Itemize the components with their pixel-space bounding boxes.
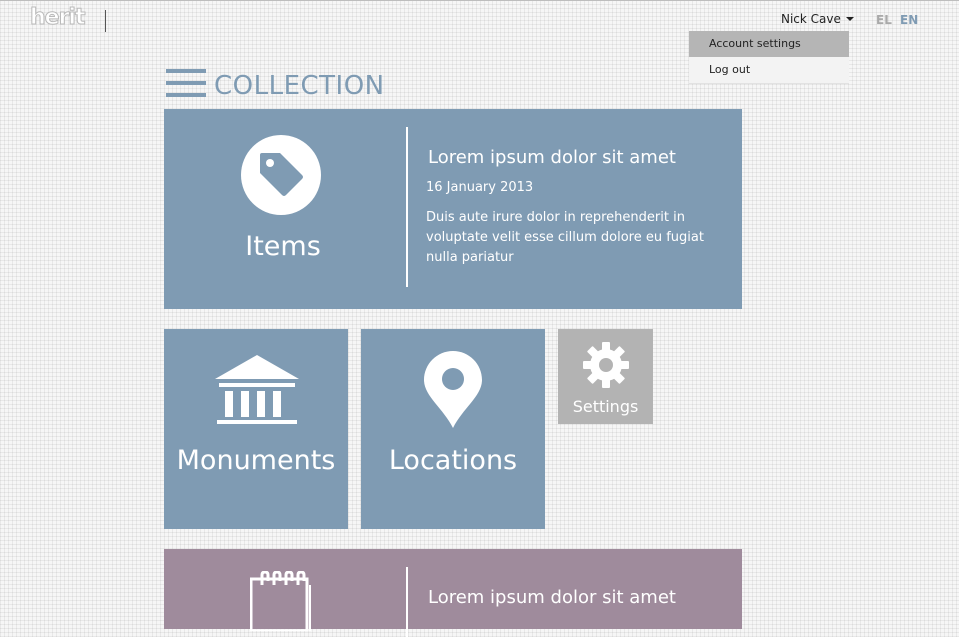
- user-menu-toggle[interactable]: Nick Cave: [781, 12, 854, 26]
- monuments-tile-label: Monuments: [176, 445, 336, 476]
- header-divider: [105, 10, 106, 32]
- section-title: COLLECTION: [214, 71, 385, 101]
- account-settings-menu-item[interactable]: Account settings: [689, 31, 849, 57]
- news-title[interactable]: Lorem ipsum dolor sit amet: [428, 147, 676, 168]
- settings-tile-label: Settings: [572, 397, 639, 416]
- tile-divider: [406, 567, 408, 637]
- user-dropdown-menu: Account settings Log out: [689, 31, 849, 84]
- top-border: [0, 0, 959, 1]
- locations-tile-label: Locations: [388, 445, 518, 476]
- hamburger-menu-icon[interactable]: [166, 68, 206, 98]
- settings-tile[interactable]: Settings: [558, 329, 653, 424]
- news-title[interactable]: Lorem ipsum dolor sit amet: [428, 587, 676, 608]
- notes-tile[interactable]: Lorem ipsum dolor sit amet: [164, 549, 742, 637]
- temple-icon: [215, 355, 299, 424]
- notepad-icon: [250, 571, 311, 631]
- caret-down-icon: [845, 17, 854, 21]
- tag-icon: [241, 135, 321, 215]
- language-el-link[interactable]: EL: [876, 13, 892, 27]
- items-tile-label: Items: [245, 231, 321, 262]
- news-date: 16 January 2013: [426, 180, 534, 195]
- language-en-link[interactable]: EN: [900, 13, 918, 27]
- locations-tile[interactable]: Locations: [361, 329, 545, 529]
- gear-icon: [583, 342, 629, 388]
- map-pin-icon: [424, 351, 482, 428]
- news-body: Duis aute irure dolor in reprehenderit i…: [426, 210, 704, 265]
- user-name: Nick Cave: [781, 12, 841, 26]
- log-out-menu-item[interactable]: Log out: [689, 57, 849, 83]
- tile-divider: [406, 127, 408, 287]
- items-tile[interactable]: Items Lorem ipsum dolor sit amet 16 Janu…: [164, 109, 742, 309]
- monuments-tile[interactable]: Monuments: [164, 329, 348, 529]
- logo[interactable]: herit: [30, 5, 86, 31]
